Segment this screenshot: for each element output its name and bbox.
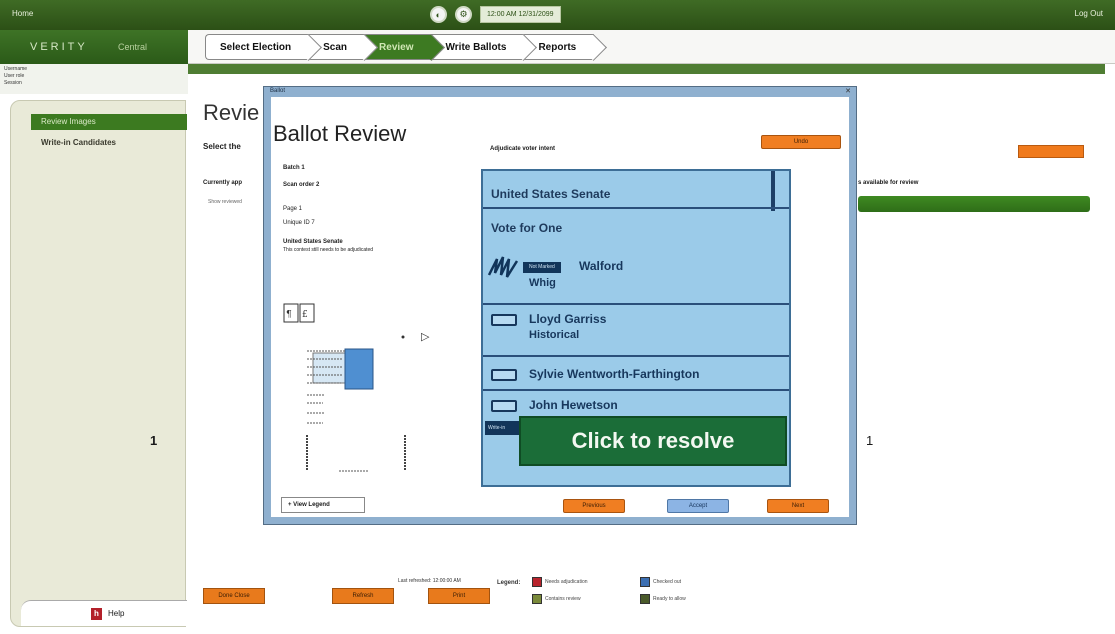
step-write-ballots[interactable]: Write Ballots bbox=[431, 34, 525, 60]
legend-label: Ready to allow bbox=[653, 596, 686, 602]
adjudicate-label: Adjudicate voter intent bbox=[490, 146, 556, 152]
candidate-oval[interactable] bbox=[491, 369, 517, 381]
legend-item: Needs adjudication bbox=[532, 577, 588, 587]
not-marked-badge: Not Marked bbox=[523, 262, 561, 273]
logout-link[interactable]: Log Out bbox=[1075, 9, 1103, 18]
legend-title: Legend: bbox=[497, 580, 521, 586]
refresh-button[interactable]: Refresh bbox=[332, 588, 394, 604]
legend-label: Checked out bbox=[653, 579, 682, 585]
page-action-button[interactable] bbox=[1018, 145, 1084, 158]
available-label: s available for review bbox=[858, 180, 919, 186]
brand-module: Central bbox=[118, 42, 148, 52]
contrast-icon[interactable]: ◐ bbox=[430, 6, 447, 23]
legend-item: Checked out bbox=[640, 577, 681, 587]
candidate-name: Walford bbox=[579, 259, 624, 273]
undo-button[interactable]: Undo bbox=[761, 135, 841, 149]
user-info: Username User role Session bbox=[0, 64, 188, 94]
help-button[interactable]: h Help bbox=[21, 600, 187, 626]
last-refreshed: Last refreshed: 12:00:00 AM bbox=[398, 578, 461, 584]
page-count-left: 1 bbox=[150, 433, 158, 448]
contest-note: This contest still needs to be adjudicat… bbox=[283, 247, 374, 253]
workflow-nav: VERITY Central Select Election Scan Revi… bbox=[0, 30, 1115, 64]
divider bbox=[483, 355, 789, 357]
user-info-line: Username bbox=[4, 66, 28, 72]
sidebar-item-review-images[interactable]: Review Images bbox=[31, 114, 187, 130]
panel-scrollbar[interactable] bbox=[771, 171, 775, 211]
top-bar: Home ◐ ⚙ 12:00 AM 12/31/2099 Log Out bbox=[0, 0, 1115, 30]
candidate-oval[interactable] bbox=[491, 314, 517, 326]
currently-label: Currently app bbox=[203, 180, 243, 186]
page-count-right: 1 bbox=[866, 433, 874, 448]
dialog-title: Ballot Review bbox=[273, 121, 407, 146]
svg-text:¶: ¶ bbox=[286, 310, 292, 320]
brand-product: VERITY bbox=[30, 41, 88, 53]
legend-item: Ready to allow bbox=[640, 594, 686, 604]
dialog-window-title: Ballot bbox=[270, 88, 286, 94]
divider bbox=[483, 207, 789, 209]
next-button[interactable]: Next bbox=[767, 499, 829, 513]
scan-order-label: Scan order 2 bbox=[283, 182, 320, 188]
legend-item: Contains review bbox=[532, 594, 581, 604]
dialog-titlebar[interactable]: Ballot bbox=[264, 87, 856, 97]
sidebar-item-write-in-candidates[interactable]: Write-in Candidates bbox=[31, 135, 187, 151]
bottom-bar: Done Close Refresh Last refreshed: 12:00… bbox=[188, 574, 1105, 614]
legend-swatch bbox=[532, 594, 542, 604]
legend-label: Needs adjudication bbox=[545, 579, 588, 585]
page-title: Revie bbox=[203, 100, 260, 125]
candidate-name: Sylvie Wentworth-Farthington bbox=[529, 367, 700, 381]
user-info-line: User role bbox=[4, 73, 25, 79]
close-icon[interactable]: ✕ bbox=[843, 87, 853, 96]
ballot-thumbnail[interactable]: ¶ £ bbox=[283, 303, 413, 473]
legend-swatch bbox=[532, 577, 542, 587]
candidate-party: Historical bbox=[529, 329, 580, 341]
page-label: Page 1 bbox=[283, 206, 303, 212]
home-link[interactable]: Home bbox=[12, 9, 33, 18]
top-bar-center: ◐ ⚙ 12:00 AM 12/31/2099 bbox=[430, 6, 561, 23]
brand-logo: VERITY Central bbox=[0, 30, 188, 64]
batch-row[interactable] bbox=[858, 196, 1090, 212]
click-to-resolve-button[interactable]: Click to resolve bbox=[519, 416, 787, 466]
ballot-contest-name: United States Senate bbox=[491, 187, 611, 201]
legend-label: Contains review bbox=[545, 596, 581, 602]
datetime-display: 12:00 AM 12/31/2099 bbox=[480, 6, 561, 23]
write-in-tag: Write-in bbox=[485, 421, 521, 435]
view-legend-button[interactable]: + View Legend bbox=[281, 497, 365, 513]
page-subtitle: Select the bbox=[203, 142, 241, 151]
batch-label: Batch 1 bbox=[283, 165, 305, 171]
step-select-election[interactable]: Select Election bbox=[205, 34, 310, 60]
thumbnail-nav-icon[interactable]: ▷ bbox=[421, 330, 429, 343]
workflow-steps: Select Election Scan Review Write Ballot… bbox=[205, 34, 595, 60]
legend-swatch bbox=[640, 577, 650, 587]
settings-icon[interactable]: ⚙ bbox=[455, 6, 472, 23]
vote-for-label: Vote for One bbox=[491, 221, 563, 235]
done-button[interactable]: Done Close bbox=[203, 588, 265, 604]
help-icon: h bbox=[91, 607, 102, 620]
print-button[interactable]: Print bbox=[428, 588, 490, 604]
legend-swatch bbox=[640, 594, 650, 604]
ballot-review-dialog: Ballot ✕ Ballot Review Batch 1 Scan orde… bbox=[264, 87, 856, 524]
scribble-mark-icon bbox=[487, 256, 519, 278]
previous-button[interactable]: Previous bbox=[563, 499, 625, 513]
unique-id-label: Unique ID 7 bbox=[283, 220, 315, 226]
divider bbox=[483, 389, 789, 391]
candidate-party: Whig bbox=[529, 277, 556, 289]
candidate-oval[interactable] bbox=[491, 400, 517, 412]
info-strip bbox=[188, 64, 1105, 74]
help-label: Help bbox=[108, 609, 125, 618]
divider bbox=[483, 303, 789, 305]
user-info-line: Session bbox=[4, 80, 22, 86]
view-legend-label: View Legend bbox=[293, 502, 330, 508]
candidate-name: Lloyd Garriss bbox=[529, 312, 607, 326]
candidate-name: John Hewetson bbox=[529, 398, 618, 412]
sidebar: Review Images Write-in Candidates h Help bbox=[10, 100, 187, 627]
accept-button[interactable]: Accept bbox=[667, 499, 729, 513]
svg-text:£: £ bbox=[302, 310, 308, 320]
contest-name-label: United States Senate bbox=[283, 239, 343, 245]
show-reviewed-checkbox[interactable]: Show reviewed bbox=[208, 199, 242, 205]
